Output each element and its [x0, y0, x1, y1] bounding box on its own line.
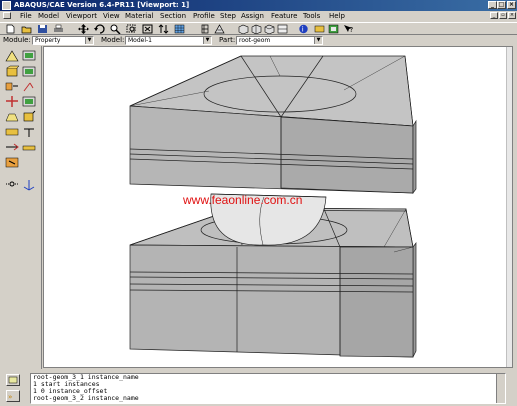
- svg-text:i: i: [302, 26, 304, 34]
- cycle-views-icon[interactable]: [158, 24, 169, 34]
- menu-viewport[interactable]: Viewport: [66, 11, 97, 21]
- inertia-icon[interactable]: [22, 125, 36, 138]
- assign-orientation-icon[interactable]: [22, 80, 36, 93]
- grid-render-icon[interactable]: [174, 24, 185, 34]
- menu-file[interactable]: File: [20, 11, 32, 21]
- print-icon[interactable]: [53, 24, 64, 34]
- menu-help[interactable]: Help: [329, 11, 345, 21]
- part-label: Part:: [219, 36, 236, 44]
- section-manager-icon[interactable]: [22, 65, 36, 78]
- svg-text:»: »: [8, 393, 12, 401]
- viewport-menu-icon[interactable]: [3, 12, 11, 19]
- part-value: root-geom: [239, 37, 271, 44]
- magnify-icon[interactable]: [110, 24, 121, 34]
- main-toolbar: i ?: [0, 22, 517, 35]
- profile-manager-icon[interactable]: [22, 95, 36, 108]
- mdi-close-button[interactable]: ×: [508, 12, 516, 19]
- query-icon[interactable]: i: [298, 24, 309, 34]
- message-log[interactable]: root-geom_3_1 instance_name 1 start inst…: [30, 373, 506, 404]
- module-toolbox: [0, 46, 42, 369]
- menu-material[interactable]: Material: [125, 11, 153, 21]
- message-toggle-button[interactable]: [6, 374, 20, 386]
- module-value: Property: [35, 37, 61, 44]
- message-scrollbar[interactable]: [496, 374, 505, 403]
- view-right-icon[interactable]: [277, 24, 288, 34]
- watermark-text: www.feaonline.com.cn: [183, 193, 303, 207]
- mdi-minimize-button[interactable]: _: [490, 12, 498, 19]
- zoom-box-icon[interactable]: [126, 24, 137, 34]
- app-icon: [2, 1, 11, 10]
- module-label: Module:: [3, 36, 31, 44]
- message-line: root-geom_3_1 instance_name: [33, 373, 139, 381]
- render-wireframe-icon[interactable]: [200, 24, 211, 34]
- command-prompt-button[interactable]: »: [6, 390, 20, 402]
- window-title: ABAQUS/CAE Version 6.4-PR11 [Viewport: 1…: [14, 1, 190, 9]
- chevron-down-icon: ▼: [314, 37, 322, 44]
- view-front-icon[interactable]: [251, 24, 262, 34]
- rotate-icon[interactable]: [94, 24, 105, 34]
- viewport-scrollbar[interactable]: [506, 47, 512, 367]
- mdi-restore-button[interactable]: ▫: [499, 12, 507, 19]
- view-iso-icon[interactable]: [238, 24, 249, 34]
- menu-step[interactable]: Step: [220, 11, 236, 21]
- save-icon[interactable]: [37, 24, 48, 34]
- auto-fit-icon[interactable]: [142, 24, 153, 34]
- menu-assign[interactable]: Assign: [241, 11, 264, 21]
- partition-icon[interactable]: [5, 156, 19, 169]
- svg-text:?: ?: [350, 26, 354, 34]
- springs-icon[interactable]: [5, 141, 19, 154]
- menu-tools[interactable]: Tools: [303, 11, 320, 21]
- maximize-button[interactable]: □: [497, 1, 506, 9]
- menu-section[interactable]: Section: [160, 11, 186, 21]
- datum-csys-icon[interactable]: [5, 178, 19, 191]
- menu-feature[interactable]: Feature: [271, 11, 297, 21]
- upper-block: [129, 55, 417, 195]
- skin-icon[interactable]: [22, 110, 36, 123]
- model-label: Model:: [101, 36, 125, 44]
- menu-bar: File Model Viewport View Material Sectio…: [0, 11, 517, 21]
- color-code-icon[interactable]: [328, 24, 339, 34]
- help-cursor-icon[interactable]: ?: [343, 24, 354, 34]
- message-area: » root-geom_3_1 instance_name 1 start in…: [0, 370, 517, 406]
- message-line: root-geom_3_2 instance_name: [33, 394, 139, 402]
- module-combo[interactable]: Property ▼: [32, 36, 94, 45]
- title-bar: ABAQUS/CAE Version 6.4-PR11 [Viewport: 1…: [0, 0, 517, 11]
- model-value: Model-1: [128, 37, 152, 44]
- assign-section-icon[interactable]: [5, 80, 19, 93]
- part-combo[interactable]: root-geom ▼: [236, 36, 323, 45]
- open-file-icon[interactable]: [21, 24, 32, 34]
- create-profile-icon[interactable]: [5, 95, 19, 108]
- chevron-down-icon: ▼: [203, 37, 211, 44]
- pan-icon[interactable]: [78, 24, 89, 34]
- new-file-icon[interactable]: [5, 24, 16, 34]
- special-icon[interactable]: [5, 125, 19, 138]
- menu-view[interactable]: View: [103, 11, 120, 21]
- create-section-icon[interactable]: [5, 65, 20, 78]
- minimize-button[interactable]: _: [488, 1, 497, 9]
- create-material-icon[interactable]: [5, 49, 19, 62]
- material-manager-icon[interactable]: [22, 49, 36, 62]
- model-combo[interactable]: Model-1 ▼: [125, 36, 212, 45]
- context-bar: Module: Property ▼ Model: Model-1 ▼ Part: …: [0, 35, 517, 46]
- axis-triad-icon[interactable]: [22, 178, 36, 191]
- assign-beam-orientation-icon[interactable]: [5, 110, 19, 123]
- display-group-icon[interactable]: [314, 24, 325, 34]
- chevron-down-icon: ▼: [85, 37, 93, 44]
- close-button[interactable]: ×: [507, 1, 516, 9]
- datum-icon[interactable]: [22, 141, 36, 154]
- render-hidden-icon[interactable]: [214, 24, 225, 34]
- menu-model[interactable]: Model: [38, 11, 59, 21]
- menu-profile[interactable]: Profile: [193, 11, 215, 21]
- part-model[interactable]: [44, 47, 513, 368]
- view-top-icon[interactable]: [264, 24, 275, 34]
- viewport[interactable]: www.feaonline.com.cn: [43, 46, 513, 368]
